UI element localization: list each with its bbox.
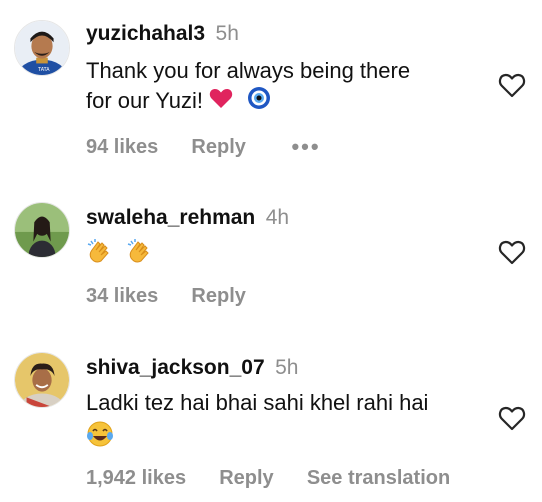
timestamp: 4h: [265, 206, 290, 229]
comment-text: Thank you for always being there for our…: [86, 56, 486, 118]
reply-button[interactable]: Reply: [191, 136, 245, 159]
comment-text-line-1: Thank you for always being there: [86, 58, 411, 83]
more-options-icon[interactable]: •••: [291, 134, 320, 160]
svg-text:TATA: TATA: [37, 67, 50, 73]
likes-count[interactable]: 1,942 likes: [86, 467, 186, 490]
clapping-hands-emoji: [126, 236, 154, 272]
likes-count[interactable]: 34 likes: [86, 285, 158, 308]
comment-text-line-2: for our Yuzi!: [86, 88, 203, 113]
timestamp: 5h: [215, 22, 239, 45]
comment-header: swaleha_rehman 4h: [86, 206, 289, 230]
like-heart-icon[interactable]: [498, 239, 526, 265]
red-heart-emoji: [209, 87, 233, 117]
like-heart-icon[interactable]: [498, 405, 526, 431]
like-heart-icon[interactable]: [498, 72, 526, 98]
see-translation-link[interactable]: See translation: [307, 467, 450, 490]
comment-text: Ladki tez hai bhai sahi khel rahi hai: [86, 388, 486, 456]
comment-actions: 1,942 likes Reply See translation: [86, 467, 450, 490]
username[interactable]: shiva_jackson_07: [86, 356, 265, 379]
reply-button[interactable]: Reply: [191, 285, 245, 308]
avatar-yuzichahal3[interactable]: TATA: [14, 20, 70, 76]
comment-header: yuzichahal3 5h: [86, 22, 239, 46]
clapping-hands-emoji: [86, 236, 114, 272]
tears-of-joy-emoji: [86, 420, 114, 456]
avatar-swaleha-rehman[interactable]: [14, 202, 70, 258]
comment-actions: 94 likes Reply •••: [86, 134, 321, 160]
username[interactable]: swaleha_rehman: [86, 206, 255, 229]
timestamp: 5h: [275, 356, 299, 379]
comment-header: shiva_jackson_07 5h: [86, 356, 298, 380]
comment-actions: 34 likes Reply: [86, 285, 246, 308]
comment-text: [86, 236, 486, 272]
reply-button[interactable]: Reply: [219, 467, 273, 490]
username[interactable]: yuzichahal3: [86, 22, 205, 45]
likes-count[interactable]: 94 likes: [86, 136, 158, 159]
comment-text-line-1: Ladki tez hai bhai sahi khel rahi hai: [86, 390, 429, 415]
nazar-amulet-emoji: [247, 86, 271, 118]
avatar-shiva-jackson-07[interactable]: [14, 352, 70, 408]
